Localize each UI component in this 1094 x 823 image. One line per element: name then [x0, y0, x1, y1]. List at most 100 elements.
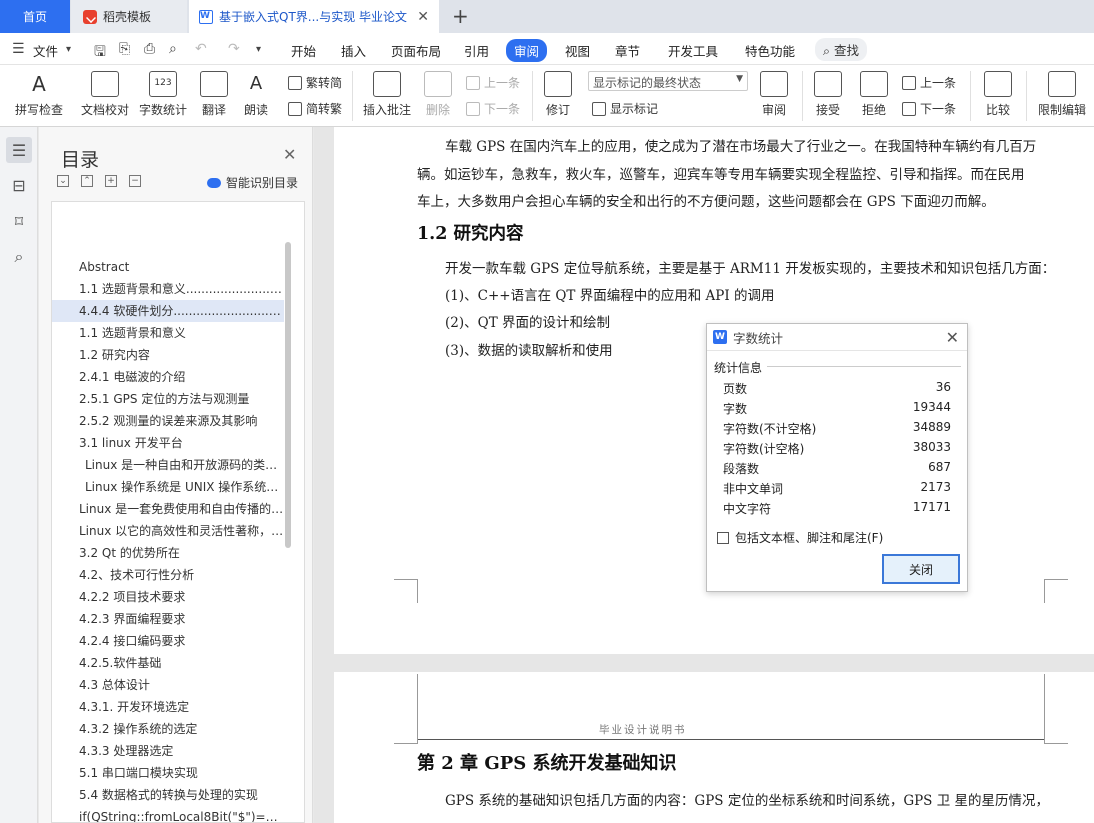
show-markup-button[interactable]: 显示标记	[592, 100, 658, 117]
prev-change-button[interactable]: 上一条	[902, 74, 956, 91]
dialog-close-icon[interactable]: ✕	[946, 328, 959, 347]
search-button[interactable]: ⌕ 查找	[815, 38, 868, 61]
new-tab-button[interactable]: +	[452, 4, 469, 28]
stats-value: 2173	[920, 480, 951, 494]
page-header-text: 毕业设计说明书	[599, 724, 687, 736]
toc-item[interactable]: 5.1 串口端口模块实现	[52, 762, 284, 784]
remove-heading-icon[interactable]: −	[129, 175, 141, 187]
toc-item[interactable]: 3.2 Qt 的优势所在	[52, 542, 284, 564]
export-icon[interactable]: ⎘	[119, 41, 130, 57]
include-textbox-checkbox-row[interactable]: 包括文本框、脚注和尾注(F)	[717, 529, 883, 546]
toc-item[interactable]: 2.4.1 电磁波的介绍	[52, 366, 284, 388]
tab-document[interactable]: W 基于嵌入式QT界...与实现 毕业论文 ✕	[189, 0, 439, 33]
toc-item[interactable]: 5.4 数据格式的转换与处理的实现	[52, 784, 284, 806]
tab-document-label: 基于嵌入式QT界...与实现 毕业论文	[219, 10, 408, 24]
include-textbox-label: 包括文本框、脚注和尾注(F)	[735, 531, 884, 545]
stats-row: 非中文单词 2173	[723, 480, 951, 497]
toc-item[interactable]: 4.4.4 软硬件划分.............................…	[52, 300, 284, 322]
undo-icon[interactable]: ↶	[195, 41, 207, 57]
delete-comment-button[interactable]: 删除	[418, 65, 458, 118]
stats-row: 页数 36	[723, 380, 951, 397]
toc-item[interactable]: Linux 以它的高效性和灵活性著称，模块化的设计	[52, 520, 284, 542]
search-icon[interactable]: ⌕	[9, 247, 29, 267]
stats-value: 17171	[912, 500, 951, 514]
close-button[interactable]: 关闭	[882, 554, 960, 584]
toc-item[interactable]: 4.3.1. 开发环境选定	[52, 696, 284, 718]
toc-item[interactable]: 4.3.2 操作系统的选定	[52, 718, 284, 740]
next-change-button[interactable]: 下一条	[902, 100, 956, 117]
to-traditional-button[interactable]: 繁转简	[288, 74, 342, 91]
review-pane-button[interactable]: 审阅	[752, 65, 796, 118]
toc-item[interactable]: 1.1 选题背景和意义.............................…	[52, 278, 284, 300]
restrict-edit-button[interactable]: 限制编辑	[1034, 65, 1090, 118]
read-aloud-button[interactable]: A 朗读	[238, 65, 274, 118]
toc-item[interactable]: 4.2.3 界面编程要求	[52, 608, 284, 630]
doc-proof-button[interactable]: 文档校对	[78, 65, 132, 118]
to-traditional-label: 繁转简	[306, 76, 343, 90]
toc-item[interactable]: Abstract	[52, 256, 284, 278]
tab-template[interactable]: 稻壳模板	[71, 0, 187, 33]
tab-home[interactable]: 首页	[0, 0, 70, 33]
toc-item[interactable]: Linux 操作系统是 UNIX 操作系统的一种克隆系统	[52, 476, 284, 498]
toc-item[interactable]: if(QString::fromLocal8Bit("$")==讲	[52, 806, 284, 822]
prev-change-label: 上一条	[920, 76, 957, 90]
smart-toc-button[interactable]: 智能识别目录	[207, 174, 298, 191]
toc-item[interactable]: 4.2.4 接口编码要求	[52, 630, 284, 652]
print-icon[interactable]: ⎙	[144, 41, 155, 57]
add-heading-icon[interactable]: +	[105, 175, 117, 187]
toc-item[interactable]: 4.3 总体设计	[52, 674, 284, 696]
menu-review[interactable]: 审阅	[506, 39, 548, 62]
toc-item[interactable]: Linux 是一种自由和开放源码的类UNIX操作系统	[52, 454, 284, 476]
to-simplified-button[interactable]: 简转繁	[288, 100, 342, 117]
toc-item[interactable]: 2.5.1 GPS 定位的方法与观测量	[52, 388, 284, 410]
toc-item[interactable]: 2.5.2 观测量的误差来源及其影响	[52, 410, 284, 432]
revise-button[interactable]: 修订	[538, 65, 578, 118]
menu-view[interactable]: 视图	[565, 41, 590, 60]
toc-item[interactable]: Linux 是一套免费使用和自由传播的类Unix操作系统	[52, 498, 284, 520]
accept-button[interactable]: 接受	[808, 65, 848, 118]
tab-close-icon[interactable]: ✕	[417, 9, 429, 25]
menu-insert[interactable]: 插入	[341, 41, 366, 60]
spellcheck-button[interactable]: A 拼写检查	[8, 65, 70, 118]
next-comment-button[interactable]: 下一条	[466, 100, 520, 117]
toc-item[interactable]: 1.2 研究内容	[52, 344, 284, 366]
toc-item[interactable]: 3.1 linux 开发平台	[52, 432, 284, 454]
include-textbox-checkbox[interactable]	[717, 531, 729, 544]
reject-button[interactable]: 拒绝	[854, 65, 894, 118]
menu-chapter[interactable]: 章节	[615, 41, 640, 60]
bookmark-icon[interactable]: ⌑	[9, 211, 29, 231]
menu-features[interactable]: 特色功能	[745, 41, 795, 60]
heading-research: 1.2 研究内容	[417, 224, 524, 244]
menu-developer[interactable]: 开发工具	[668, 41, 718, 60]
collapse-all-icon[interactable]: ⌄	[57, 175, 69, 187]
translate-button[interactable]: 翻译	[194, 65, 234, 118]
menu-start[interactable]: 开始	[291, 41, 316, 60]
chapter-nav-icon[interactable]: ⊟	[9, 175, 29, 195]
menu-references[interactable]: 引用	[464, 41, 489, 60]
insert-comment-button[interactable]: 插入批注	[360, 65, 414, 118]
toc-item[interactable]: 1.1 选题背景和意义	[52, 322, 284, 344]
quick-access-more-icon[interactable]: ▾	[256, 44, 261, 55]
hamburger-icon[interactable]: ☰	[12, 41, 25, 57]
header-rule	[418, 739, 1044, 740]
toc-close-icon[interactable]: ✕	[283, 145, 296, 164]
toc-item[interactable]: 4.2.2 项目技术要求	[52, 586, 284, 608]
save-icon[interactable]: 🖫	[94, 41, 106, 65]
toc-item[interactable]: 4.2、技术可行性分析	[52, 564, 284, 586]
markup-state-select[interactable]: 显示标记的最终状态 ▼	[588, 71, 748, 91]
toc-item[interactable]: 4.3.3 处理器选定	[52, 740, 284, 762]
toc-item[interactable]: 4.2.5.软件基础	[52, 652, 284, 674]
delete-comment-icon	[424, 71, 452, 97]
toc-scrollbar[interactable]	[285, 242, 291, 548]
prev-comment-button[interactable]: 上一条	[466, 74, 520, 91]
redo-icon[interactable]: ↷	[228, 41, 240, 57]
menu-page-layout[interactable]: 页面布局	[391, 41, 441, 60]
menu-file[interactable]: 文件	[33, 41, 58, 60]
print-preview-icon[interactable]: ⌕	[169, 41, 177, 57]
delete-comment-label: 删除	[425, 103, 450, 117]
compare-button[interactable]: 比较	[976, 65, 1020, 118]
chevron-down-icon[interactable]: ▾	[66, 44, 71, 55]
expand-up-icon[interactable]: ⌃	[81, 175, 93, 187]
word-count-button[interactable]: 123 字数统计	[136, 65, 190, 118]
toc-icon[interactable]: ☰	[6, 137, 32, 163]
